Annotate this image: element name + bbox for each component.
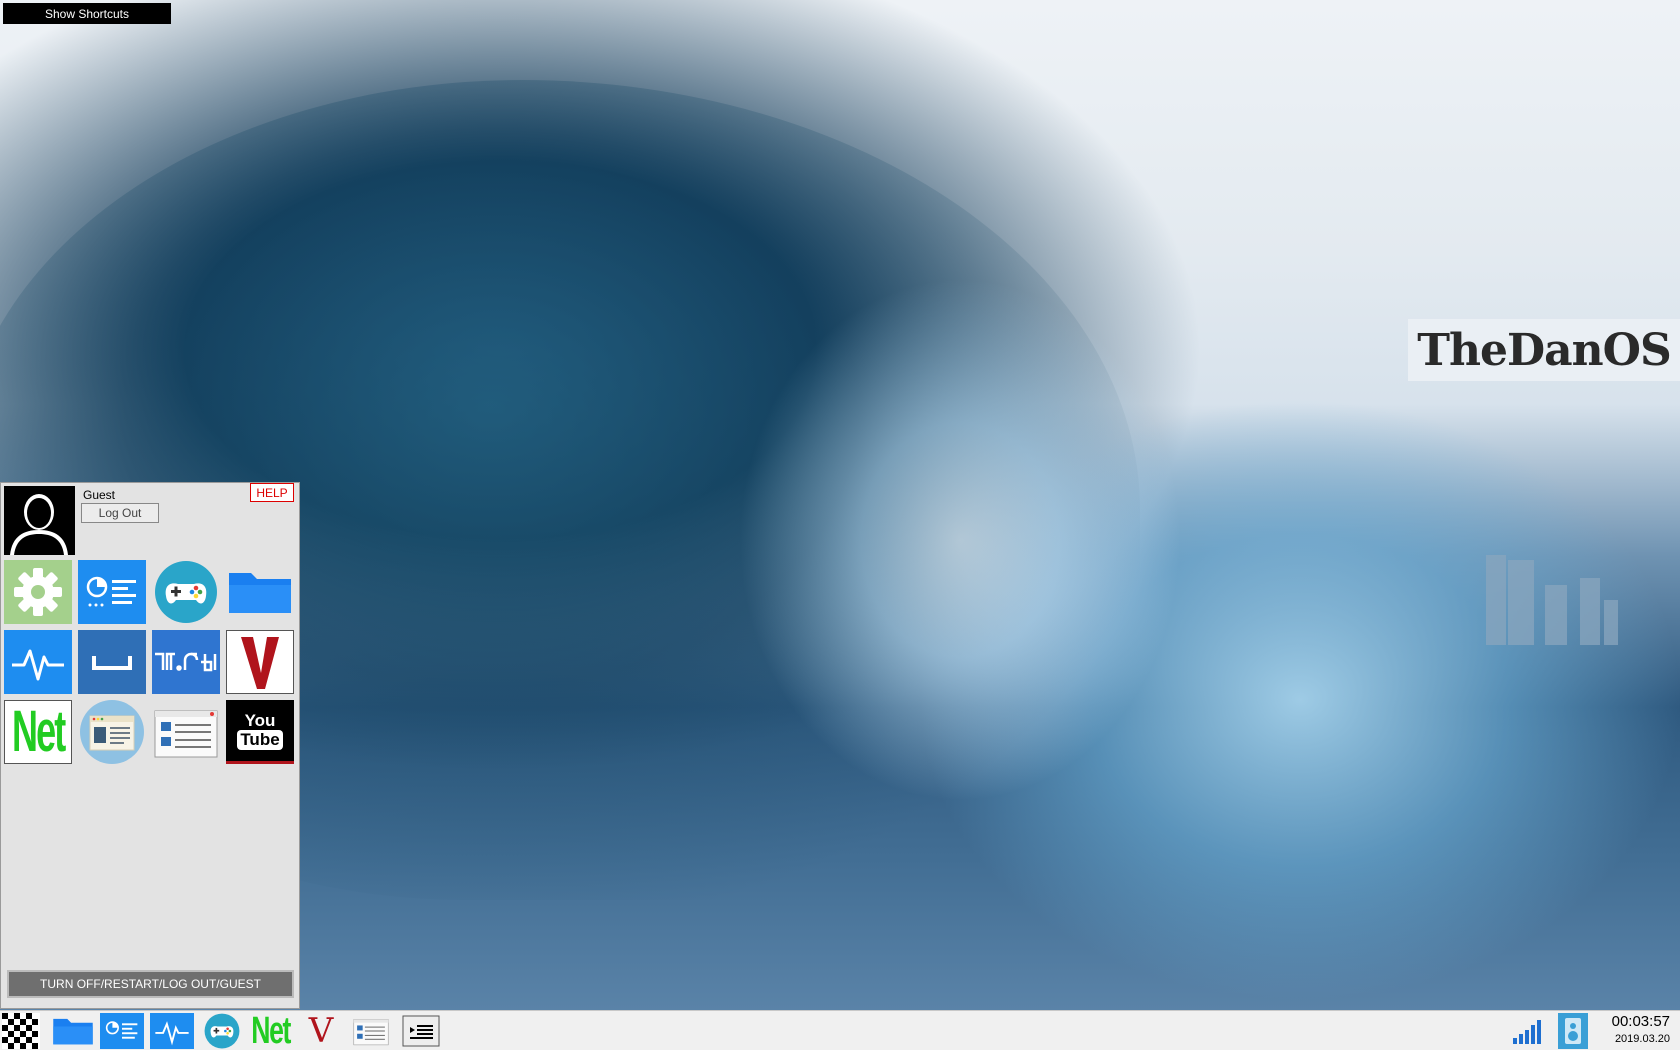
pulse-icon: [155, 1021, 189, 1046]
settings-app-tile[interactable]: [4, 560, 72, 624]
reader-app-tile[interactable]: [78, 700, 146, 764]
v-app-tile[interactable]: [226, 630, 294, 694]
space-key-icon: [92, 656, 132, 670]
signal-strength-icon[interactable]: [1510, 1013, 1546, 1049]
folder-icon: [229, 573, 291, 613]
checkerboard-grid-icon: [2, 1013, 40, 1049]
skyline-building: [1508, 560, 1534, 645]
folder-icon: [53, 1018, 93, 1045]
notation-app-tile[interactable]: [152, 630, 220, 694]
net-app-tile[interactable]: Net: [4, 700, 72, 764]
space-app-tile[interactable]: [78, 630, 146, 694]
files-app-tile[interactable]: [226, 560, 294, 624]
logout-button[interactable]: Log Out: [81, 503, 159, 523]
start-menu: Guest Log Out HELP Net You Tube TURN OFF…: [0, 482, 300, 1009]
taskbar-lists[interactable]: [350, 1013, 392, 1049]
taskbar-games[interactable]: [199, 1013, 245, 1049]
games-app-tile[interactable]: [152, 560, 220, 624]
youtube-app-tile[interactable]: You Tube: [226, 700, 294, 764]
taskbar-monitor[interactable]: [150, 1013, 194, 1049]
v-letter-icon: [241, 637, 279, 689]
dashboard-list-icon: [86, 576, 136, 607]
taskbar-menu-list[interactable]: [402, 1013, 440, 1049]
taskbar: Net V 00:03:57 2019.03.20: [0, 1010, 1680, 1050]
monitor-app-tile[interactable]: [4, 630, 72, 694]
taskbar-dashboard[interactable]: [100, 1013, 144, 1049]
help-button[interactable]: HELP: [250, 483, 294, 502]
taskbar-net[interactable]: Net: [248, 1010, 294, 1052]
skyline-building: [1486, 555, 1506, 645]
menu-list-icon: [402, 1015, 440, 1047]
youtube-you-label: You: [244, 710, 276, 730]
list-window-icon: [353, 1019, 389, 1046]
show-shortcuts-button[interactable]: Show Shortcuts: [3, 3, 171, 24]
v-letter-icon: V: [308, 1011, 334, 1051]
youtube-tube-label: Tube: [237, 729, 283, 750]
start-button[interactable]: [2, 1013, 40, 1049]
list-window-icon: [154, 710, 218, 758]
signal-bars: [1513, 1020, 1541, 1044]
glyph-icon: [155, 652, 217, 672]
gear-icon: [14, 568, 62, 616]
gamepad-icon: [155, 561, 217, 623]
gamepad-icon: [204, 1013, 240, 1049]
taskbar-v[interactable]: V: [304, 1013, 338, 1049]
dashboard-app-tile[interactable]: [78, 560, 146, 624]
os-logo: TheDanOS: [1408, 319, 1680, 381]
power-options-button[interactable]: TURN OFF/RESTART/LOG OUT/GUEST: [7, 970, 294, 998]
net-text-icon: Net: [11, 700, 66, 764]
pulse-icon: [12, 649, 64, 681]
username-label: Guest: [83, 488, 116, 502]
dashboard-list-icon: [105, 1021, 138, 1039]
document-window-icon: [80, 700, 144, 764]
lists-app-tile[interactable]: [152, 700, 220, 764]
clock[interactable]: 00:03:57 2019.03.20: [1612, 1013, 1670, 1047]
taskbar-files[interactable]: [52, 1013, 94, 1049]
speaker-shape: [1565, 1018, 1581, 1044]
clock-time: 00:03:57: [1611, 1013, 1670, 1030]
skyline-building: [1580, 578, 1600, 645]
net-text-icon: Net: [251, 1010, 292, 1052]
clock-date: 2019.03.20: [1614, 1033, 1670, 1045]
speaker-device-icon[interactable]: [1558, 1013, 1588, 1049]
skyline-building: [1545, 585, 1567, 645]
skyline-building: [1604, 600, 1618, 645]
user-silhouette-icon: [4, 486, 75, 555]
youtube-icon: You Tube: [237, 710, 283, 750]
avatar: [4, 486, 75, 555]
